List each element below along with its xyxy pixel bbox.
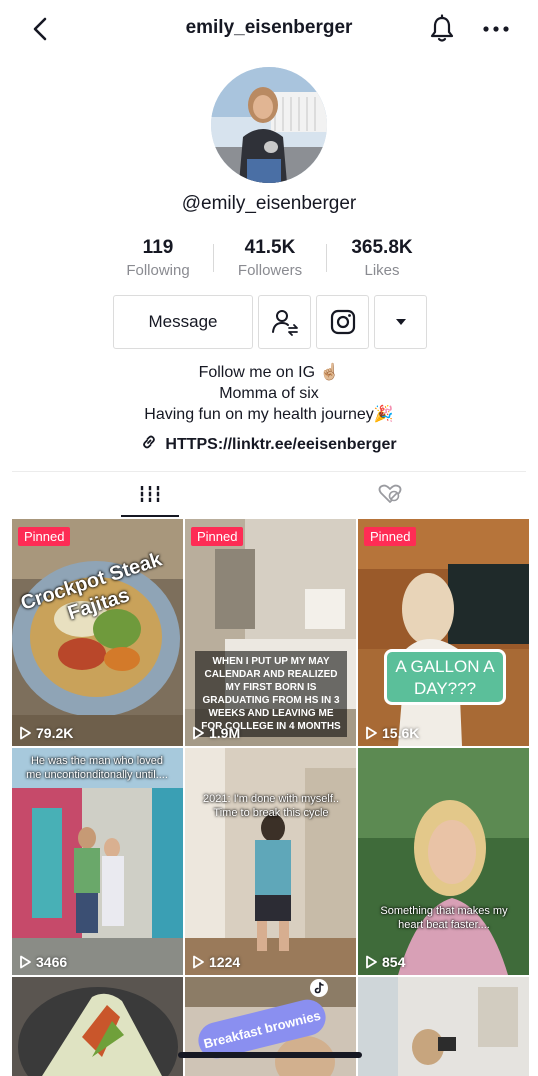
profile-handle: @emily_eisenberger (181, 193, 357, 214)
video-tile[interactable]: He was the man who loved me uncontiondit… (12, 748, 183, 975)
home-indicator (178, 1052, 362, 1058)
play-icon (193, 726, 204, 740)
avatar[interactable] (211, 67, 327, 183)
view-count-text: 15.6K (382, 725, 420, 741)
view-count: 79.2K (18, 725, 73, 741)
stat-value: 365.8K (351, 237, 413, 258)
video-thumbnail (358, 748, 529, 975)
view-count-text: 79.2K (36, 725, 74, 741)
stat-likes[interactable]: 365.8K Likes (327, 236, 437, 282)
view-count-text: 854 (382, 954, 406, 970)
divider (213, 244, 214, 272)
view-count: 3466 (18, 954, 67, 970)
triangle-down-icon[interactable] (374, 295, 427, 349)
profile-stats: 119 Following 41.5K Followers 365.8K Lik… (0, 236, 538, 286)
video-thumbnail (358, 977, 529, 1076)
video-caption: Something that makes my heart beat faste… (380, 905, 508, 931)
play-icon (193, 955, 204, 969)
view-count-text: 1.9M (209, 725, 241, 741)
view-count: 1224 (191, 954, 240, 970)
bio-link-text: HTTPS://linktr.ee/eeisenberger (165, 435, 397, 453)
bio: Follow me on IG ☝🏼 Momma of six Having f… (0, 362, 538, 425)
video-tile[interactable]: Pinned WHEN I PUT UP MY MAY CALENDAR AND… (185, 519, 356, 746)
link-icon (141, 434, 157, 455)
view-count-text: 3466 (36, 954, 68, 970)
view-count: 15.6K (364, 725, 419, 741)
play-icon (20, 955, 31, 969)
stat-value: 119 (142, 237, 174, 258)
divider (12, 471, 526, 472)
bell-icon[interactable] (428, 14, 456, 44)
video-thumbnail (12, 748, 183, 975)
stat-label: Likes (364, 262, 400, 279)
video-thumbnail (358, 519, 529, 746)
bio-line: Follow me on IG ☝🏼 (198, 364, 340, 381)
video-tile[interactable]: Something that makes my heart beat faste… (358, 748, 529, 975)
top-bar: emily_eisenberger (0, 0, 538, 60)
view-count: 1.9M (191, 725, 240, 741)
instagram-icon[interactable] (316, 295, 369, 349)
video-caption: He was the man who loved me uncontiondit… (26, 755, 168, 781)
more-dots-icon[interactable] (480, 18, 512, 40)
tab-videos[interactable] (121, 474, 179, 518)
user-swap-icon[interactable] (258, 295, 311, 349)
stat-label: Following (126, 262, 190, 279)
video-caption: A GALLON A DAY??? (384, 649, 506, 705)
grid-bars-icon (139, 484, 161, 509)
pinned-badge: Pinned (18, 527, 71, 546)
message-button[interactable]: Message (113, 295, 253, 349)
hidden-heart-icon (377, 483, 403, 510)
tab-liked[interactable] (360, 474, 420, 518)
view-count-text: 1224 (209, 954, 241, 970)
pinned-badge: Pinned (364, 527, 417, 546)
page-title: emily_eisenberger (185, 17, 353, 38)
play-icon (366, 955, 377, 969)
view-count: 854 (364, 954, 405, 970)
video-tile[interactable]: 2021: I'm done with myself.. Time to bre… (185, 748, 356, 975)
pinned-badge: Pinned (191, 527, 244, 546)
bio-link[interactable]: HTTPS://linktr.ee/eeisenberger (0, 434, 538, 455)
bio-line: Having fun on my health journey🎉 (144, 406, 394, 423)
video-tile[interactable]: Pinned Crockpot Steak Fajitas 79.2K (12, 519, 183, 746)
stat-value: 41.5K (244, 237, 296, 258)
play-icon (366, 726, 377, 740)
play-icon (20, 726, 31, 740)
bio-line: Momma of six (219, 385, 319, 402)
video-caption: 2021: I'm done with myself.. Time to bre… (203, 793, 339, 819)
video-thumbnail (185, 748, 356, 975)
stat-following[interactable]: 119 Following (103, 236, 213, 282)
video-tile[interactable]: Pinned A GALLON A DAY??? 15.6K (358, 519, 529, 746)
tiktok-logo-icon (310, 979, 328, 997)
video-tile[interactable] (12, 977, 183, 1076)
video-thumbnail (12, 977, 183, 1076)
video-tile[interactable]: Breakfast brownies (185, 977, 356, 1076)
stat-followers[interactable]: 41.5K Followers (215, 236, 325, 282)
tab-indicator (121, 515, 179, 517)
stat-label: Followers (237, 262, 303, 279)
video-tile[interactable] (358, 977, 529, 1076)
